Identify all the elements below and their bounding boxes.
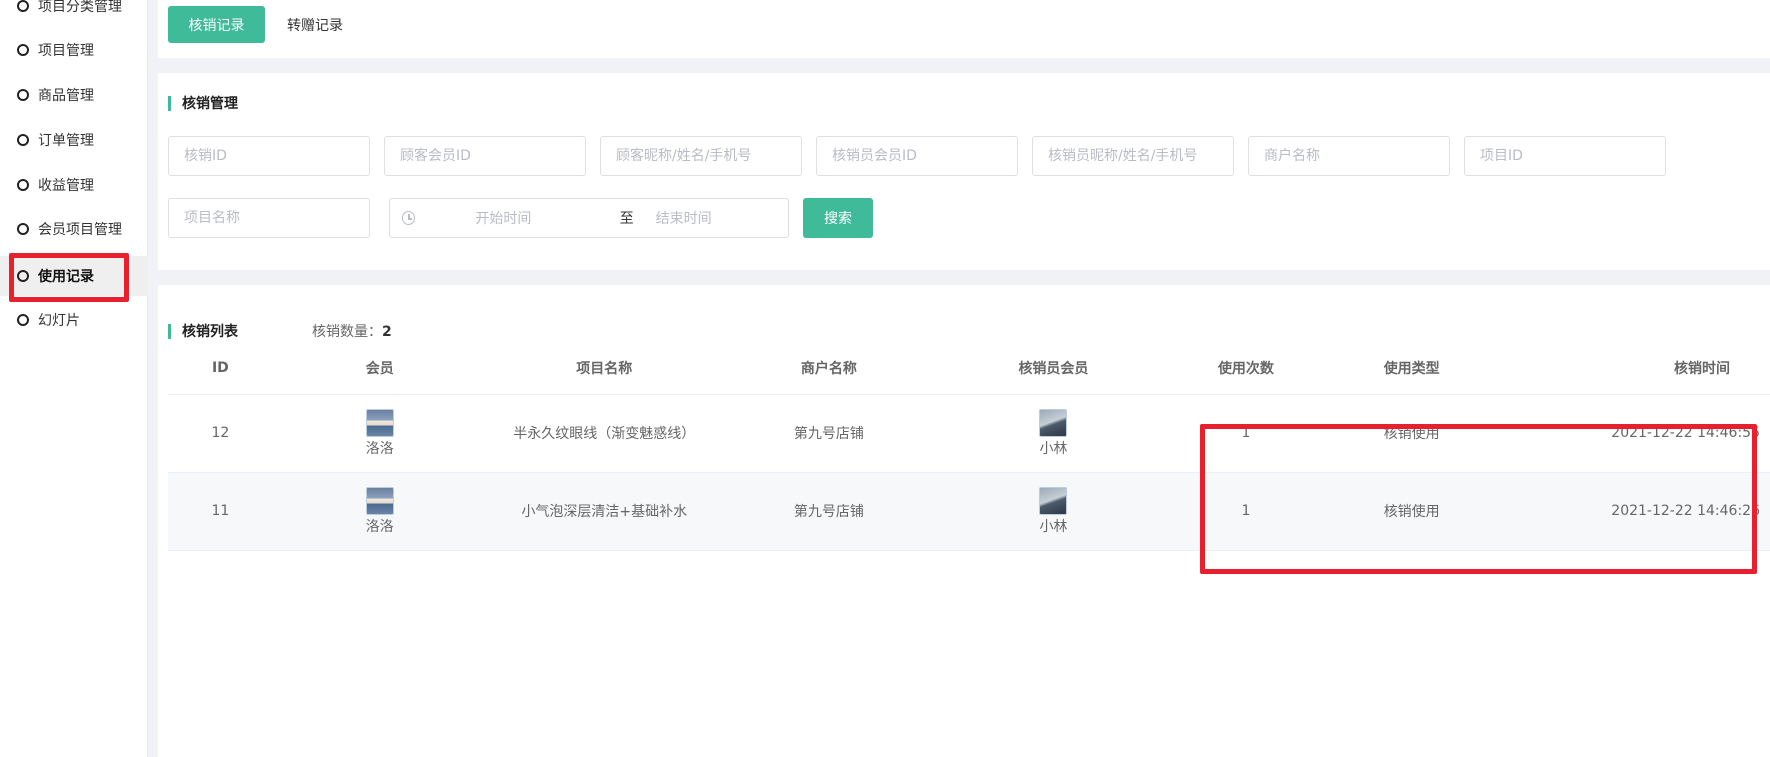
column-header: 核销员会员 (935, 342, 1172, 395)
count-label: 核销数量： (312, 324, 382, 340)
column-header: 核销时间 (1502, 342, 1770, 395)
cell-project: 小气泡深层清洁+基础补水 (486, 472, 722, 551)
verifier-name-input[interactable] (1032, 136, 1234, 176)
list-section-title: 核销列表 (168, 321, 238, 341)
count-value: 2 (382, 324, 392, 340)
member-avatar (365, 486, 394, 515)
cell-verifier: 小林 (935, 394, 1172, 473)
tab-verification-records[interactable]: 核销记录 (168, 6, 265, 43)
project-id-input[interactable] (1464, 136, 1666, 176)
list-title-text: 核销列表 (182, 324, 238, 340)
filter-section-title: 核销管理 (168, 93, 238, 113)
cell-member: 洛洛 (272, 472, 487, 551)
circle-icon (17, 0, 29, 12)
search-button[interactable]: 搜索 (803, 198, 873, 238)
column-header: 商户名称 (721, 342, 936, 395)
sidebar-item-label: 项目分类管理 (38, 0, 122, 15)
range-separator: 至 (619, 211, 634, 227)
sidebar-item-label: 会员项目管理 (38, 222, 122, 238)
circle-icon (17, 89, 29, 101)
accent-bar (168, 95, 171, 111)
annotation-highlight-box (9, 253, 129, 302)
column-header: 项目名称 (486, 342, 722, 395)
column-header: ID (168, 342, 273, 395)
sidebar-item-label: 收益管理 (38, 178, 94, 194)
cell-verifier: 小林 (935, 472, 1172, 551)
sidebar-item-project-category[interactable]: 项目分类管理 (0, 0, 148, 26)
verifier-name: 小林 (1039, 518, 1068, 535)
sidebar-item-label: 项目管理 (38, 43, 94, 59)
clock-icon (402, 211, 416, 225)
member-name: 洛洛 (365, 518, 394, 535)
cell-id: 12 (168, 394, 273, 473)
sidebar-item-label: 幻灯片 (38, 313, 80, 329)
cell-id: 11 (168, 472, 273, 551)
verifier-member-id-input[interactable] (816, 136, 1018, 176)
verification-count: 核销数量：2 (312, 321, 392, 341)
date-range-picker[interactable]: 开始时间 至 结束时间 (389, 198, 789, 238)
table-header-row: ID 会员 项目名称 商户名称 核销员会员 使用次数 使用类型 核销时间 (168, 342, 1770, 395)
circle-icon (17, 314, 29, 326)
sidebar-item-goods[interactable]: 商品管理 (0, 75, 148, 115)
column-header: 会员 (272, 342, 487, 395)
start-time-field[interactable]: 开始时间 (475, 208, 607, 228)
circle-icon (17, 223, 29, 235)
member-name: 洛洛 (365, 440, 394, 457)
verify-id-input[interactable] (168, 136, 370, 176)
verifier-name: 小林 (1039, 440, 1068, 457)
column-header: 使用类型 (1320, 342, 1503, 395)
tab-transfer-records[interactable]: 转赠记录 (280, 6, 350, 43)
cell-member: 洛洛 (272, 394, 487, 473)
app-root: 项目分类管理 项目管理 商品管理 订单管理 收益管理 会员项目管理 使用记录 幻… (0, 0, 1770, 757)
tab-bar: 核销记录 转赠记录 (158, 0, 1770, 58)
sidebar-item-slides[interactable]: 幻灯片 (0, 300, 148, 340)
column-header: 使用次数 (1171, 342, 1321, 395)
merchant-name-input[interactable] (1248, 136, 1450, 176)
end-time-field[interactable]: 结束时间 (656, 208, 788, 228)
accent-bar (168, 323, 171, 339)
circle-icon (17, 44, 29, 56)
circle-icon (17, 134, 29, 146)
member-avatar (365, 408, 394, 437)
sidebar-item-label: 订单管理 (38, 133, 94, 149)
sidebar: 项目分类管理 项目管理 商品管理 订单管理 收益管理 会员项目管理 使用记录 幻… (0, 0, 148, 757)
cell-merchant: 第九号店铺 (721, 394, 936, 473)
circle-icon (17, 179, 29, 191)
filter-title-text: 核销管理 (182, 96, 238, 112)
filter-panel: 核销管理 开始时间 至 结束时间 搜索 (158, 73, 1770, 270)
sidebar-item-member-projects[interactable]: 会员项目管理 (0, 209, 148, 249)
sidebar-item-label: 商品管理 (38, 88, 94, 104)
sidebar-item-revenue[interactable]: 收益管理 (0, 165, 148, 205)
customer-member-id-input[interactable] (384, 136, 586, 176)
project-name-input[interactable] (168, 198, 370, 238)
verifier-avatar (1039, 486, 1068, 515)
annotation-highlight-box (1200, 424, 1757, 574)
sidebar-item-orders[interactable]: 订单管理 (0, 120, 148, 160)
customer-name-input[interactable] (600, 136, 802, 176)
cell-project: 半永久纹眼线（渐变魅惑线） (486, 394, 722, 473)
verifier-avatar (1039, 408, 1068, 437)
sidebar-item-projects[interactable]: 项目管理 (0, 30, 148, 70)
cell-merchant: 第九号店铺 (721, 472, 936, 551)
